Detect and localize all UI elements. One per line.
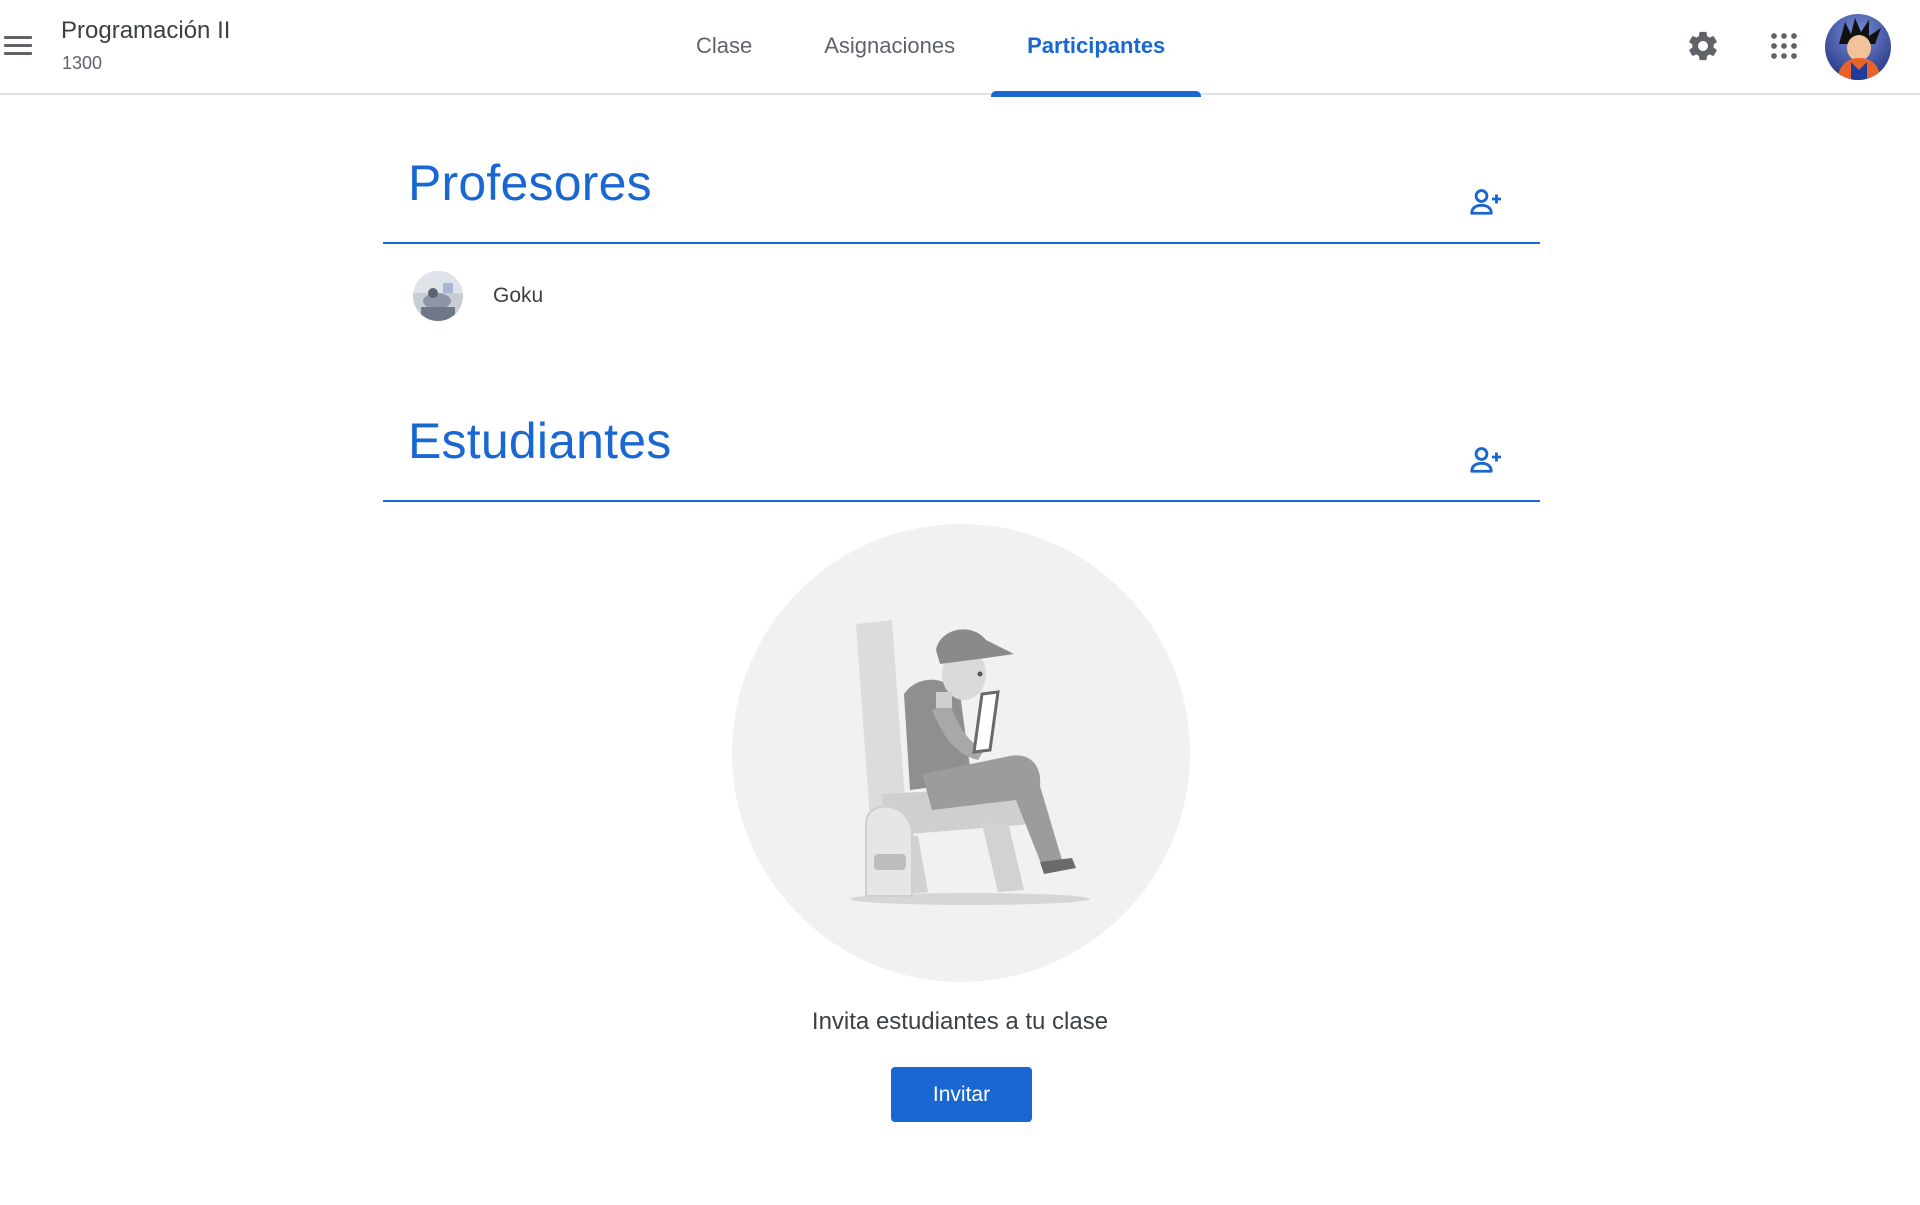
students-title: Estudiantes <box>408 413 672 469</box>
class-title[interactable]: Programación II <box>61 17 230 45</box>
settings-button[interactable] <box>1679 22 1727 70</box>
invite-button[interactable]: Invitar <box>891 1067 1032 1122</box>
person-add-icon <box>1470 447 1501 473</box>
student-reading-tablet-illustration <box>732 524 1190 982</box>
invite-student-button[interactable] <box>1462 436 1510 484</box>
google-apps-button[interactable] <box>1760 22 1808 70</box>
teacher-list-item[interactable]: Goku <box>413 268 543 324</box>
user-avatar-image <box>1825 14 1891 80</box>
person-add-icon <box>1470 189 1501 215</box>
gear-icon <box>1689 31 1717 61</box>
hamburger-menu-icon[interactable] <box>0 28 36 64</box>
tab-label: Participantes <box>1027 33 1166 58</box>
empty-state-message: Invita estudiantes a tu clase <box>811 1008 1109 1035</box>
invite-teacher-button[interactable] <box>1462 178 1510 226</box>
tab-asignaciones[interactable]: Asignaciones <box>788 0 991 95</box>
students-header: Estudiantes <box>383 408 1540 502</box>
teachers-title: Profesores <box>408 155 652 211</box>
active-tab-indicator <box>991 91 1202 97</box>
students-section: Estudiantes <box>383 408 1540 502</box>
account-avatar[interactable] <box>1825 14 1891 80</box>
class-section: 1300 <box>62 53 103 73</box>
tab-participantes[interactable]: Participantes <box>991 0 1202 97</box>
apps-grid-icon <box>1771 33 1797 59</box>
teachers-header: Profesores <box>383 150 1540 244</box>
tab-bar: Clase Asignaciones Participantes <box>660 0 1202 97</box>
teachers-section: Profesores <box>383 150 1540 244</box>
top-app-bar: Programación II 1300 Clase Asignaciones … <box>0 0 1920 97</box>
tab-label: Clase <box>696 33 753 58</box>
teacher-avatar <box>413 271 463 321</box>
teacher-name: Goku <box>493 284 544 307</box>
tab-clase[interactable]: Clase <box>660 0 788 95</box>
tab-label: Asignaciones <box>824 33 956 58</box>
